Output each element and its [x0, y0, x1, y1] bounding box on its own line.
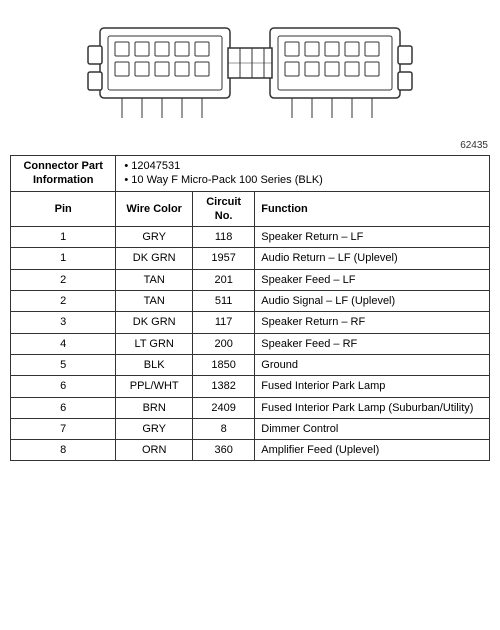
function-cell: Amplifier Feed (Uplevel) — [255, 440, 490, 461]
circuit-no-cell: 1382 — [193, 376, 255, 397]
wire-color-cell: BLK — [116, 354, 193, 375]
connector-svg — [80, 13, 420, 143]
function-cell: Audio Signal – LF (Uplevel) — [255, 291, 490, 312]
wire-color-cell: PPL/WHT — [116, 376, 193, 397]
circuit-no-cell: 1957 — [193, 248, 255, 269]
function-cell: Dimmer Control — [255, 418, 490, 439]
pin-cell: 3 — [11, 312, 116, 333]
wire-color-cell: TAN — [116, 269, 193, 290]
wire-color-cell: GRY — [116, 418, 193, 439]
pin-cell: 1 — [11, 248, 116, 269]
wire-color-cell: LT GRN — [116, 333, 193, 354]
connector-diagram: 62435 — [0, 0, 500, 155]
pin-cell: 8 — [11, 440, 116, 461]
circuit-no-header: Circuit No. — [193, 191, 255, 227]
pin-cell: 7 — [11, 418, 116, 439]
connector-table: Connector Part Information • 12047531 • … — [10, 155, 490, 461]
function-cell: Ground — [255, 354, 490, 375]
table-row: 8 ORN 360 Amplifier Feed (Uplevel) — [11, 440, 490, 461]
pin-cell: 2 — [11, 291, 116, 312]
table-row: 5 BLK 1850 Ground — [11, 354, 490, 375]
wire-color-cell: DK GRN — [116, 312, 193, 333]
pin-cell: 1 — [11, 227, 116, 248]
table-row: 1 GRY 118 Speaker Return – LF — [11, 227, 490, 248]
circuit-no-cell: 118 — [193, 227, 255, 248]
connector-info-header: Connector Part Information — [11, 156, 116, 192]
wire-color-cell: DK GRN — [116, 248, 193, 269]
circuit-no-cell: 200 — [193, 333, 255, 354]
table-row: 4 LT GRN 200 Speaker Feed – RF — [11, 333, 490, 354]
function-cell: Fused Interior Park Lamp — [255, 376, 490, 397]
wire-color-cell: BRN — [116, 397, 193, 418]
table-row: 2 TAN 201 Speaker Feed – LF — [11, 269, 490, 290]
function-header: Function — [255, 191, 490, 227]
circuit-no-cell: 117 — [193, 312, 255, 333]
function-cell: Fused Interior Park Lamp (Suburban/Utili… — [255, 397, 490, 418]
function-cell: Speaker Feed – RF — [255, 333, 490, 354]
circuit-no-cell: 201 — [193, 269, 255, 290]
wire-color-cell: TAN — [116, 291, 193, 312]
pin-cell: 5 — [11, 354, 116, 375]
circuit-no-cell: 2409 — [193, 397, 255, 418]
circuit-no-cell: 511 — [193, 291, 255, 312]
pin-header: Pin — [11, 191, 116, 227]
table-row: 6 PPL/WHT 1382 Fused Interior Park Lamp — [11, 376, 490, 397]
wire-color-cell: GRY — [116, 227, 193, 248]
pin-cell: 2 — [11, 269, 116, 290]
circuit-no-cell: 1850 — [193, 354, 255, 375]
function-cell: Speaker Feed – LF — [255, 269, 490, 290]
pin-cell: 6 — [11, 376, 116, 397]
diagram-part-number: 62435 — [460, 140, 488, 151]
function-cell: Speaker Return – RF — [255, 312, 490, 333]
pin-cell: 6 — [11, 397, 116, 418]
table-row: 2 TAN 511 Audio Signal – LF (Uplevel) — [11, 291, 490, 312]
function-cell: Speaker Return – LF — [255, 227, 490, 248]
circuit-no-cell: 8 — [193, 418, 255, 439]
connector-specs: • 12047531 • 10 Way F Micro-Pack 100 Ser… — [116, 156, 490, 192]
wire-color-header: Wire Color — [116, 191, 193, 227]
table-row: 1 DK GRN 1957 Audio Return – LF (Uplevel… — [11, 248, 490, 269]
circuit-no-cell: 360 — [193, 440, 255, 461]
table-row: 3 DK GRN 117 Speaker Return – RF — [11, 312, 490, 333]
wire-color-cell: ORN — [116, 440, 193, 461]
pin-cell: 4 — [11, 333, 116, 354]
table-row: 7 GRY 8 Dimmer Control — [11, 418, 490, 439]
function-cell: Audio Return – LF (Uplevel) — [255, 248, 490, 269]
table-row: 6 BRN 2409 Fused Interior Park Lamp (Sub… — [11, 397, 490, 418]
